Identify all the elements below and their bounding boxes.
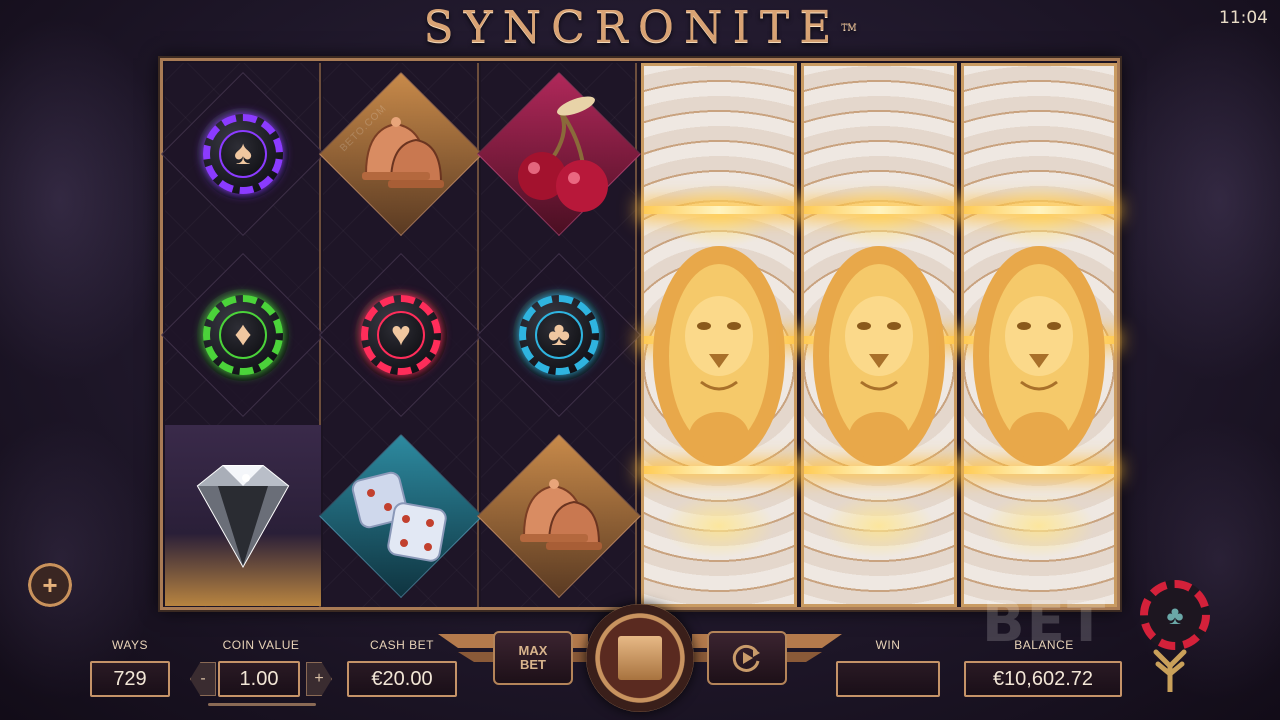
lion-wild-icon [653,246,785,466]
wild-reel-4 [641,63,797,607]
max-bet-button[interactable]: MAX BET [493,631,573,685]
club-icon: ♣ [1166,599,1184,630]
symbol-cell: ♣ [476,244,642,425]
coin-value-slider[interactable] [208,703,316,706]
symbol-cell [476,63,642,244]
max-bet-label: MAX BET [518,643,548,672]
trademark: TM [841,23,857,33]
reels-area: ♠ ♦ ♥ BETO.COM ♣ [160,58,1120,610]
symbol-cell [318,425,484,606]
bells-icon [362,116,444,188]
symbol-cell [165,425,321,606]
wild-reel-6 [961,63,1117,607]
game-logo: SYNCRONITETM [0,2,1280,54]
win-label: WIN [875,638,901,652]
ways-value: 729 [90,661,170,697]
blue-club-chip-icon: ♣ [513,288,605,381]
win-glow-line [964,206,1114,214]
beto-watermark: BET [982,590,1108,655]
diamond-gem-icon [196,464,290,568]
reel-3: ♣ [476,63,642,607]
win-glow-line [804,206,954,214]
autoplay-icon [732,644,760,672]
wild-reel-5 [801,63,957,607]
coin-value-field: 1.00 [218,661,300,697]
dice-icon [351,471,447,562]
symbol-cell: ♠ [160,63,326,244]
lion-wild-icon [973,246,1105,466]
symbol-cell: ♦ [160,244,326,425]
menu-plus-button[interactable]: + [28,563,72,607]
stop-icon[interactable] [618,636,662,680]
symbol-cell [476,425,642,606]
yggdrasil-logo-icon [1153,649,1187,692]
clock: 11:04 [1219,8,1268,28]
red-heart-chip-icon: ♥ [355,288,447,381]
reel-2: ♥ BETO.COM [318,63,484,607]
symbol-cell [318,63,484,244]
symbol-cell: ♥ [318,244,484,425]
plus-icon: + [42,569,58,600]
ways-label: WAYS [111,638,148,652]
heart-icon: ♥ [390,315,412,353]
green-diamond-chip-icon: ♦ [197,288,289,381]
beto-chip-icon: ♣ [1140,580,1210,650]
coin-value-label: COIN VALUE [222,638,300,652]
autoplay-button[interactable] [707,631,787,685]
game-title: SYNCRONITE [423,2,842,53]
win-glow-line [644,206,794,214]
cherries-icon [518,96,608,212]
win-value [836,661,940,697]
reel-1: ♠ ♦ [160,63,326,607]
lion-wild-icon [813,246,945,466]
club-icon: ♣ [547,315,571,353]
purple-spade-chip-icon: ♠ [197,107,289,200]
balance-value: €10,602.72 [964,661,1122,697]
spade-icon: ♠ [233,134,253,172]
diamond-suit-icon: ♦ [234,315,252,353]
bells-icon [520,478,602,550]
